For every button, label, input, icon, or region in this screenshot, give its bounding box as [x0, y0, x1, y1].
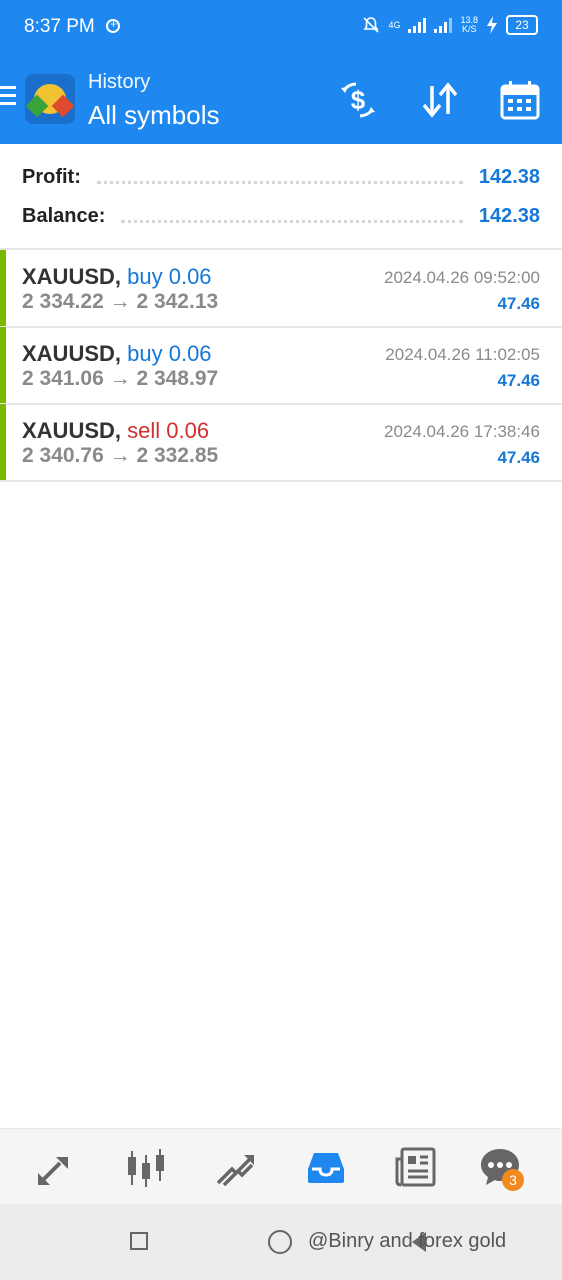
- trade-row[interactable]: XAUUSD, buy 0.06 2 334.22 → 2 342.13 202…: [0, 250, 562, 328]
- profit-row: Profit: 142.38: [22, 161, 540, 193]
- battery-level: 23: [506, 15, 538, 35]
- open-price: 2 341.06: [22, 367, 104, 390]
- page-title[interactable]: All symbols: [88, 100, 219, 131]
- app-logo: [25, 74, 75, 124]
- symbol-name: XAUUSD,: [22, 264, 122, 289]
- trade-profit: 47.46: [497, 294, 540, 313]
- trade-time: 2024.04.26 09:52:00: [384, 268, 540, 287]
- recents-button[interactable]: [130, 1232, 148, 1250]
- menu-icon[interactable]: [0, 86, 16, 108]
- trade-profit: 47.46: [497, 371, 540, 390]
- app-toolbar: History All symbols $: [0, 56, 562, 144]
- balance-row: Balance: 142.38: [22, 200, 540, 232]
- trade-row[interactable]: XAUUSD, buy 0.06 2 341.06 → 2 348.97 202…: [0, 327, 562, 405]
- close-price: 2 348.97: [136, 367, 219, 390]
- chart-icon[interactable]: [124, 1145, 168, 1189]
- trade-prices: 2 341.06 → 2 348.97: [22, 367, 218, 391]
- quotes-icon[interactable]: [34, 1145, 78, 1189]
- dotted-leader: [96, 171, 463, 184]
- news-icon[interactable]: [394, 1145, 438, 1189]
- trade-symbol: XAUUSD, buy 0.06: [22, 264, 212, 290]
- net-speed: 13.8 K/S: [460, 16, 478, 34]
- symbol-name: XAUUSD,: [22, 341, 122, 366]
- home-button[interactable]: [268, 1230, 292, 1254]
- signal-2-icon: [434, 17, 453, 33]
- trade-profit: 47.46: [497, 448, 540, 467]
- svg-text:$: $: [351, 85, 366, 115]
- balance-label: Balance:: [22, 204, 106, 227]
- page-subtitle: History: [88, 71, 151, 93]
- trade-row[interactable]: XAUUSD, sell 0.06 2 340.76 → 2 332.85 20…: [0, 404, 562, 482]
- trade-accent-bar: [0, 250, 6, 326]
- dotted-leader: [121, 210, 463, 223]
- system-navigation: @Binry and forex gold: [0, 1204, 562, 1280]
- trade-type: buy 0.06: [127, 264, 212, 289]
- price-arrow: →: [109, 367, 131, 390]
- close-price: 2 332.85: [136, 444, 219, 467]
- status-indicators: 4G 13.8 K/S 23: [362, 15, 538, 35]
- status-bar: 8:37 PM 4G 13.8K/S 23: [0, 0, 562, 56]
- history-summary: Profit: 142.38 Balance: 142.38: [0, 144, 562, 248]
- price-arrow: →: [109, 290, 131, 313]
- trade-icon[interactable]: [214, 1145, 258, 1189]
- chat-button[interactable]: 3: [478, 1145, 524, 1191]
- profit-label: Profit:: [22, 165, 81, 188]
- trade-type: sell 0.06: [127, 418, 210, 443]
- watermark-text: @Binry and forex gold: [308, 1230, 507, 1252]
- chat-badge: 3: [502, 1169, 524, 1191]
- net-speed-unit: K/S: [461, 24, 477, 34]
- trade-accent-bar: [0, 404, 6, 480]
- trade-accent-bar: [0, 327, 6, 403]
- balance-value: 142.38: [478, 204, 540, 227]
- open-price: 2 334.22: [22, 290, 104, 313]
- network-type: 4G: [388, 19, 401, 30]
- symbol-name: XAUUSD,: [22, 418, 122, 443]
- charging-icon: [487, 16, 497, 34]
- dollar-sync-icon[interactable]: $: [336, 78, 380, 122]
- sort-icon[interactable]: [418, 78, 462, 122]
- mute-bell-icon: [363, 17, 380, 33]
- trade-symbol: XAUUSD, buy 0.06: [22, 341, 212, 367]
- trade-type: buy 0.06: [127, 341, 212, 366]
- trade-time: 2024.04.26 11:02:05: [385, 345, 540, 364]
- trade-symbol: XAUUSD, sell 0.06: [22, 418, 209, 444]
- history-icon[interactable]: [304, 1145, 348, 1189]
- trade-prices: 2 340.76 → 2 332.85: [22, 444, 218, 468]
- signal-1-icon: [408, 17, 427, 33]
- calendar-icon[interactable]: [498, 78, 542, 122]
- profit-value: 142.38: [478, 165, 540, 188]
- price-arrow: →: [109, 444, 131, 467]
- close-price: 2 342.13: [136, 290, 219, 313]
- status-time: 8:37 PM: [24, 16, 95, 37]
- trade-prices: 2 334.22 → 2 342.13: [22, 290, 218, 314]
- open-price: 2 340.76: [22, 444, 104, 467]
- bottom-navigation: 3: [0, 1128, 562, 1205]
- sync-status-icon: [106, 17, 120, 33]
- trade-time: 2024.04.26 17:38:46: [384, 422, 540, 441]
